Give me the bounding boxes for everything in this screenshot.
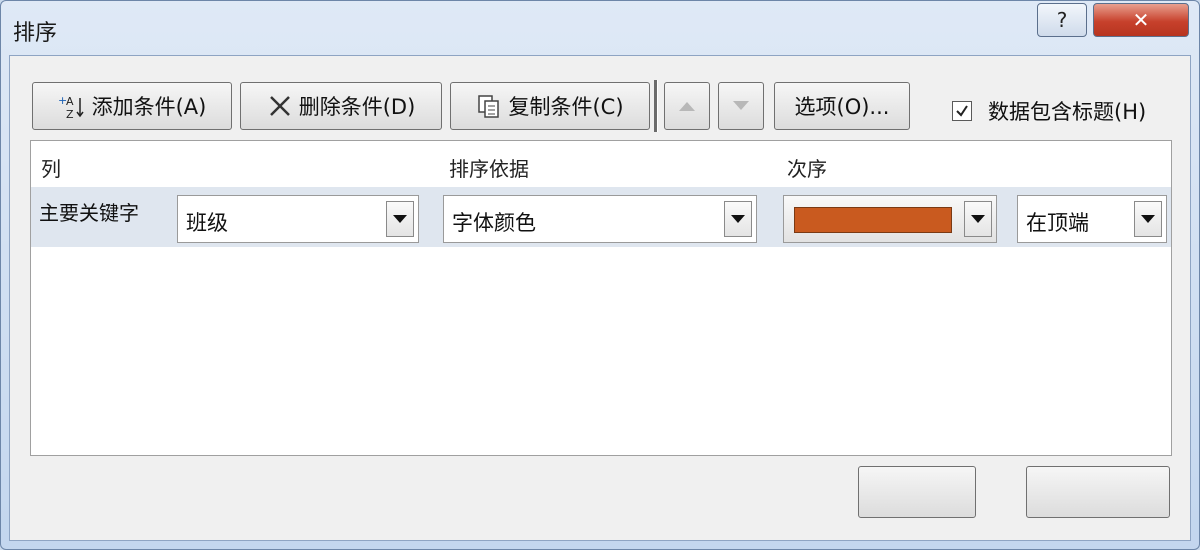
move-up-button[interactable] — [664, 82, 710, 130]
ok-button[interactable] — [858, 466, 976, 518]
font-color-swatch — [794, 207, 952, 233]
order-position-value: 在顶端 — [1026, 211, 1089, 235]
copy-condition-button[interactable]: 复制条件(C) — [450, 82, 650, 130]
has-headers-option[interactable]: 数据包含标题(H) — [952, 96, 1146, 126]
order-position-select[interactable]: 在顶端 — [1017, 195, 1167, 243]
chevron-down-icon[interactable] — [724, 201, 752, 237]
move-down-button[interactable] — [718, 82, 764, 130]
arrow-down-icon — [733, 101, 749, 110]
toolbar-separator — [654, 80, 658, 132]
chevron-down-icon[interactable] — [1134, 201, 1162, 237]
chevron-down-icon[interactable] — [964, 201, 992, 237]
svg-text:A: A — [66, 95, 74, 108]
options-label: 选项(O)... — [794, 95, 890, 119]
sort-level-row[interactable]: 主要关键字 班级 字体颜色 在顶端 — [31, 187, 1171, 247]
sort-dialog: 排序 ? ✕ + A Z 添加条件(A) 删除条件(D) 复制条件(C) 选项(… — [0, 0, 1200, 550]
dialog-body: + A Z 添加条件(A) 删除条件(D) 复制条件(C) 选项(O)... 数… — [9, 55, 1191, 541]
header-sort-on: 排序依据 — [449, 157, 529, 181]
sort-levels-grid: 列 排序依据 次序 主要关键字 班级 字体颜色 在顶端 — [30, 140, 1172, 456]
svg-text:Z: Z — [66, 108, 74, 120]
header-column: 列 — [41, 157, 61, 181]
add-condition-label: 添加条件(A) — [91, 95, 207, 119]
copy-condition-label: 复制条件(C) — [508, 95, 624, 119]
has-headers-label: 数据包含标题(H) — [988, 100, 1147, 124]
header-order: 次序 — [787, 157, 827, 181]
sort-az-icon: + A Z — [58, 94, 84, 120]
sort-on-select[interactable]: 字体颜色 — [443, 195, 757, 243]
delete-condition-button[interactable]: 删除条件(D) — [240, 82, 442, 130]
title-bar: 排序 ? ✕ — [1, 1, 1199, 57]
close-button[interactable]: ✕ — [1093, 3, 1189, 37]
check-icon — [956, 105, 968, 117]
row-key-label: 主要关键字 — [39, 201, 139, 225]
cancel-button[interactable] — [1026, 466, 1170, 518]
copy-icon — [478, 95, 500, 118]
options-button[interactable]: 选项(O)... — [774, 82, 910, 130]
chevron-down-icon[interactable] — [386, 201, 414, 237]
column-select-value: 班级 — [186, 211, 228, 235]
sort-on-select-value: 字体颜色 — [452, 211, 536, 235]
help-button[interactable]: ? — [1037, 3, 1087, 37]
order-color-select[interactable] — [783, 195, 997, 243]
delete-x-icon — [269, 96, 290, 116]
add-condition-button[interactable]: + A Z 添加条件(A) — [32, 82, 232, 130]
help-icon: ? — [1056, 8, 1068, 32]
close-icon: ✕ — [1132, 8, 1150, 32]
dialog-title: 排序 — [13, 21, 58, 46]
column-select[interactable]: 班级 — [177, 195, 419, 243]
grid-header: 列 排序依据 次序 — [31, 141, 1171, 185]
arrow-up-icon — [679, 102, 695, 111]
delete-condition-label: 删除条件(D) — [298, 95, 416, 119]
has-headers-checkbox[interactable] — [952, 101, 972, 121]
